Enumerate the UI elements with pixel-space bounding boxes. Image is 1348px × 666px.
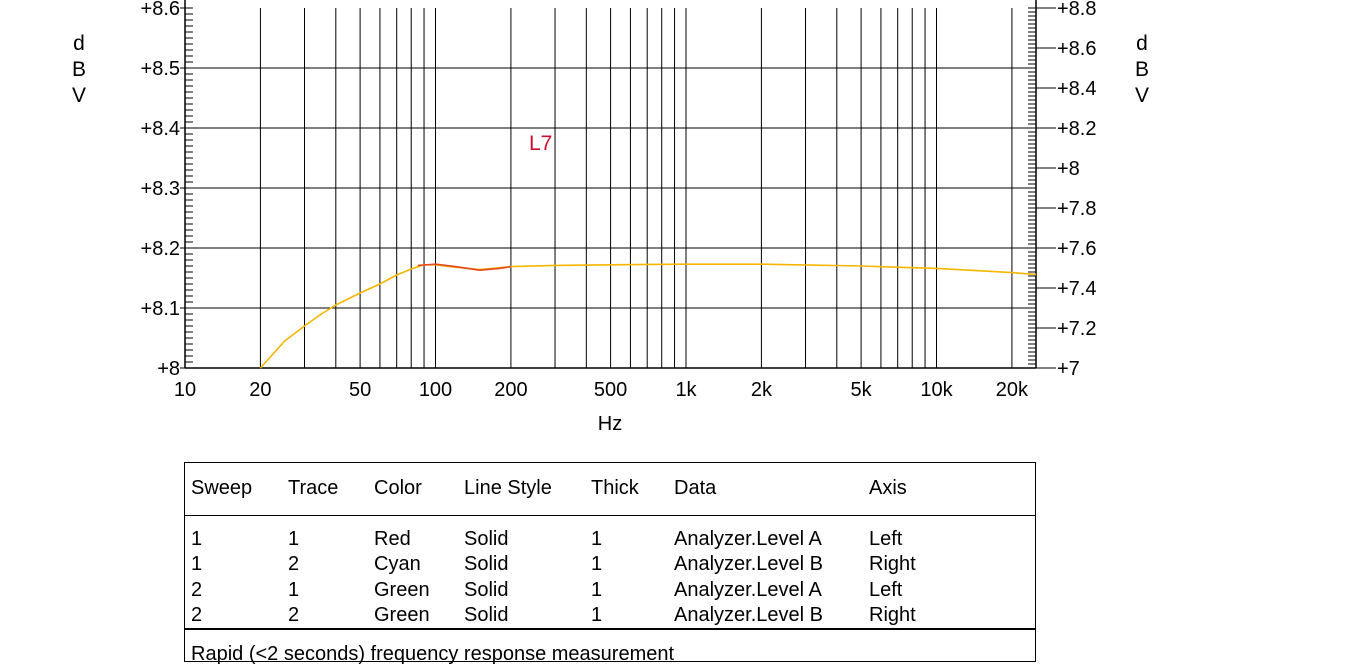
x-tick-label: 500 [594, 379, 627, 401]
y-left-tick-label: +8.6 [141, 0, 180, 20]
legend-cell: 1 [288, 578, 300, 601]
legend-cell: 2 [191, 578, 203, 601]
y-right-tick-labels: +7 +7.2 +7.4 +7.6 +7.8 +8 +8.2 +8.4 +8.6 +8.8 [1036, 0, 1096, 380]
legend-cell: 1 [591, 603, 603, 626]
frequency-response-chart: 10 20 50 100 200 500 1k 2k 5k 10k 20k +8+8.1+8.2+8… [72, 0, 1149, 435]
legend-cell: Analyzer.Level B [674, 553, 823, 576]
x-tick-label: 1k [675, 379, 697, 401]
y-right-tick-label: +7.6 [1057, 238, 1096, 260]
legend-cell: Analyzer.Level A [674, 528, 822, 550]
legend-header-cell: Sweep [191, 477, 253, 499]
y-right-label-letter: d [1136, 32, 1148, 55]
x-tick-label: 20k [996, 379, 1029, 401]
legend-cell: Left [869, 528, 903, 550]
x-tick-label: 10 [174, 379, 196, 401]
y-right-label-letter: B [1135, 58, 1149, 81]
plot-grid [185, 8, 1036, 368]
y-right-tick-label: +8.4 [1057, 78, 1096, 100]
y-left-axis-label: dBV [72, 32, 86, 107]
y-right-tick-label: +7.4 [1057, 278, 1096, 300]
y-right-tick-label: +7.8 [1057, 198, 1096, 220]
legend-cell: 1 [591, 553, 603, 576]
legend-header-cell: Color [374, 477, 422, 499]
y-left-tick-label: +8.3 [141, 178, 180, 200]
y-right-tick-label: +7 [1057, 358, 1080, 380]
legend-header-cell: Line Style [464, 477, 552, 499]
y-left-label-letter: d [73, 32, 85, 55]
y-right-tick-label: +8.2 [1057, 118, 1096, 140]
sweep-legend-table: Sweep Trace Color Line Style Thick Data Axis 1… [184, 462, 1036, 665]
trace-annotation: L7 [529, 132, 552, 155]
legend-cell: Solid [464, 578, 509, 601]
legend-cell: Analyzer.Level B [674, 603, 823, 626]
legend-cell: Right [869, 603, 916, 626]
legend-cell: Red [374, 528, 411, 550]
legend-cell: Right [869, 553, 916, 576]
x-tick-label: 200 [494, 379, 527, 401]
legend-cell: 1 [591, 528, 603, 550]
series-line-1 [259, 263, 1037, 369]
legend-cell: Left [869, 578, 903, 601]
y-left-tick-labels: +8 +8.1 +8.2 +8.3 +8.4 +8.5 +8.6 [141, 0, 185, 380]
x-axis-label: Hz [598, 413, 622, 435]
y-left-tick-label: +8 [157, 358, 180, 380]
y-right-tick-label: +8.6 [1057, 38, 1096, 60]
x-tick-label: 2k [751, 379, 773, 401]
legend-cell: Solid [464, 553, 509, 576]
legend-header-row: Sweep Trace Color Line Style Thick Data Axis [185, 463, 1035, 516]
y-left-tick-label: +8.4 [141, 118, 180, 140]
legend-cell: Analyzer.Level A [674, 578, 822, 601]
y-left-tick-label: +8.2 [141, 238, 180, 260]
legend-cell: 1 [191, 553, 203, 576]
legend-footer-note: Rapid (<2 seconds) frequency response me… [191, 643, 675, 665]
series-layer [259, 263, 1037, 369]
y-left-tick-label: +8.5 [141, 58, 180, 80]
legend-cell: 1 [191, 528, 203, 550]
x-tick-labels: 10 20 50 100 200 500 1k 2k 5k 10k 20k [174, 379, 1029, 401]
y-right-label-letter: V [1135, 84, 1149, 107]
y-left-label-letter: B [72, 58, 86, 81]
legend-header-cell: Trace [288, 477, 339, 499]
legend-header-cell: Data [674, 477, 717, 499]
legend-cell: 2 [191, 603, 203, 626]
x-tick-label: 50 [349, 379, 371, 401]
y-left-tick-label: +8.1 [141, 298, 180, 320]
legend-cell: Cyan [374, 553, 421, 576]
legend-cell: 2 [288, 603, 300, 626]
y-right-axis-label: dBV [1135, 32, 1149, 107]
legend-header-cell: Thick [591, 477, 639, 499]
y-right-tick-label: +8.8 [1057, 0, 1096, 20]
y-right-tick-label: +8 [1057, 158, 1080, 180]
legend-cell: 1 [591, 578, 603, 601]
legend-cell: Green [374, 578, 430, 601]
x-tick-label: 5k [851, 379, 873, 401]
x-tick-label: 100 [419, 379, 452, 401]
legend-cell: Green [374, 603, 430, 626]
legend-footer: Rapid (<2 seconds) frequency response me… [185, 628, 1035, 665]
legend-cell: Solid [464, 528, 509, 550]
y-left-label-letter: V [72, 84, 86, 107]
y-right-tick-label: +7.2 [1057, 318, 1096, 340]
legend-cell: Solid [464, 603, 509, 626]
x-tick-label: 10k [920, 379, 953, 401]
legend-cell: 2 [288, 553, 300, 576]
legend-cell: 1 [288, 528, 300, 550]
legend-header-cell: Axis [869, 477, 907, 499]
x-tick-label: 20 [249, 379, 271, 401]
